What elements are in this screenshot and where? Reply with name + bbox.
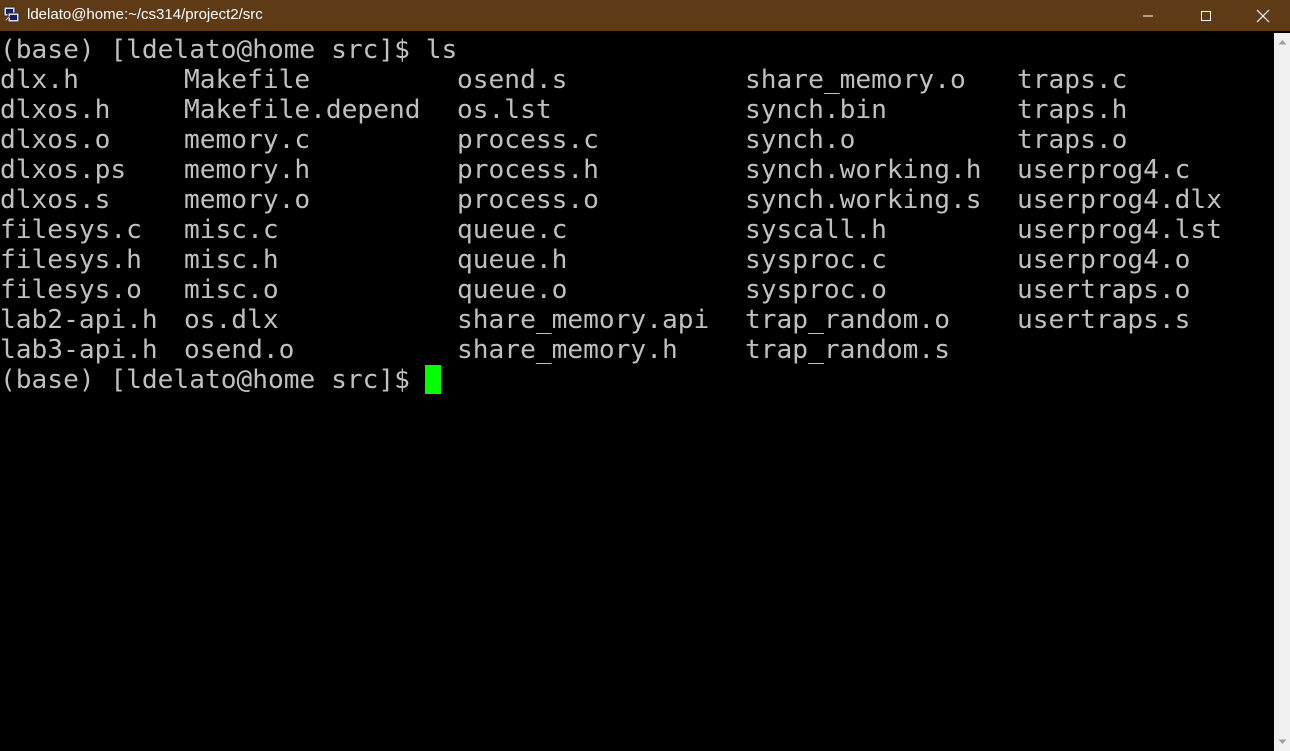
window-title: ldelato@home:~/cs314/project2/src — [27, 6, 263, 23]
file-entry: trap_random.o — [745, 305, 950, 335]
file-entry: process.o — [457, 185, 599, 215]
file-entry: traps.c — [1017, 65, 1128, 95]
file-entry: trap_random.s — [745, 335, 950, 365]
file-entry: synch.bin — [745, 95, 887, 125]
terminal-output[interactable]: (base) [ldelato@home src]$ ls dlx.h dlxo… — [0, 33, 1274, 751]
putty-window: ldelato@home:~/cs314/project2/src (base)… — [0, 0, 1290, 751]
shell-prompt-current: (base) [ldelato@home src]$ — [0, 365, 426, 395]
file-entry: queue.o — [457, 275, 568, 305]
command-line: (base) [ldelato@home src]$ ls — [0, 35, 457, 65]
shell-prompt: (base) [ldelato@home src]$ — [0, 35, 426, 65]
file-entry: filesys.h — [0, 245, 142, 275]
file-entry: process.c — [457, 125, 599, 155]
file-entry: process.h — [457, 155, 599, 185]
maximize-button[interactable] — [1177, 0, 1235, 31]
text-cursor — [425, 365, 441, 394]
maximize-icon — [1201, 10, 1211, 21]
close-button[interactable] — [1235, 0, 1290, 31]
file-entry: osend.s — [457, 65, 568, 95]
file-entry: filesys.c — [0, 215, 142, 245]
title-bar[interactable]: ldelato@home:~/cs314/project2/src — [0, 0, 1290, 31]
file-entry: synch.working.s — [745, 185, 982, 215]
command-text: ls — [425, 35, 458, 65]
scroll-up-arrow-icon — [1278, 40, 1286, 45]
file-entry: synch.o — [745, 125, 856, 155]
file-entry: syscall.h — [745, 215, 887, 245]
file-entry: userprog4.o — [1017, 245, 1191, 275]
file-entry: os.dlx — [184, 305, 279, 335]
file-entry: traps.h — [1017, 95, 1128, 125]
file-entry: memory.o — [184, 185, 311, 215]
file-entry: dlxos.s — [0, 185, 111, 215]
file-entry: share_memory.api — [457, 305, 710, 335]
scroll-down-button[interactable] — [1274, 733, 1290, 751]
minimize-button[interactable] — [1119, 0, 1177, 31]
file-entry: synch.working.h — [745, 155, 982, 185]
scroll-up-button[interactable] — [1274, 33, 1290, 51]
file-entry: usertraps.s — [1017, 305, 1191, 335]
file-entry: filesys.o — [0, 275, 142, 305]
file-entry: dlx.h — [0, 65, 79, 95]
file-entry: userprog4.dlx — [1017, 185, 1222, 215]
file-entry: sysproc.o — [745, 275, 887, 305]
file-entry: lab3-api.h — [0, 335, 158, 365]
file-entry: Makefile.depend — [184, 95, 421, 125]
file-entry: dlxos.o — [0, 125, 111, 155]
file-entry: traps.o — [1017, 125, 1128, 155]
file-entry: memory.c — [184, 125, 311, 155]
file-entry: misc.h — [184, 245, 279, 275]
file-entry: userprog4.c — [1017, 155, 1191, 185]
file-entry: osend.o — [184, 335, 295, 365]
file-entry: share_memory.h — [457, 335, 678, 365]
putty-icon[interactable] — [3, 6, 21, 24]
minimize-icon — [1143, 15, 1153, 16]
file-entry: dlxos.h — [0, 95, 111, 125]
vertical-scrollbar[interactable] — [1274, 33, 1290, 751]
file-entry: lab2-api.h — [0, 305, 158, 335]
file-entry: queue.c — [457, 215, 568, 245]
file-entry: share_memory.o — [745, 65, 966, 95]
file-entry: dlxos.ps — [0, 155, 127, 185]
file-entry: misc.c — [184, 215, 279, 245]
close-icon — [1256, 9, 1269, 22]
file-entry: misc.o — [184, 275, 279, 305]
file-entry: userprog4.lst — [1017, 215, 1222, 245]
file-entry: queue.h — [457, 245, 568, 275]
scroll-down-arrow-icon — [1278, 739, 1286, 744]
file-entry: os.lst — [457, 95, 552, 125]
file-entry: sysproc.c — [745, 245, 887, 275]
file-entry: usertraps.o — [1017, 275, 1191, 305]
file-entry: Makefile — [184, 65, 311, 95]
file-entry: memory.h — [184, 155, 311, 185]
